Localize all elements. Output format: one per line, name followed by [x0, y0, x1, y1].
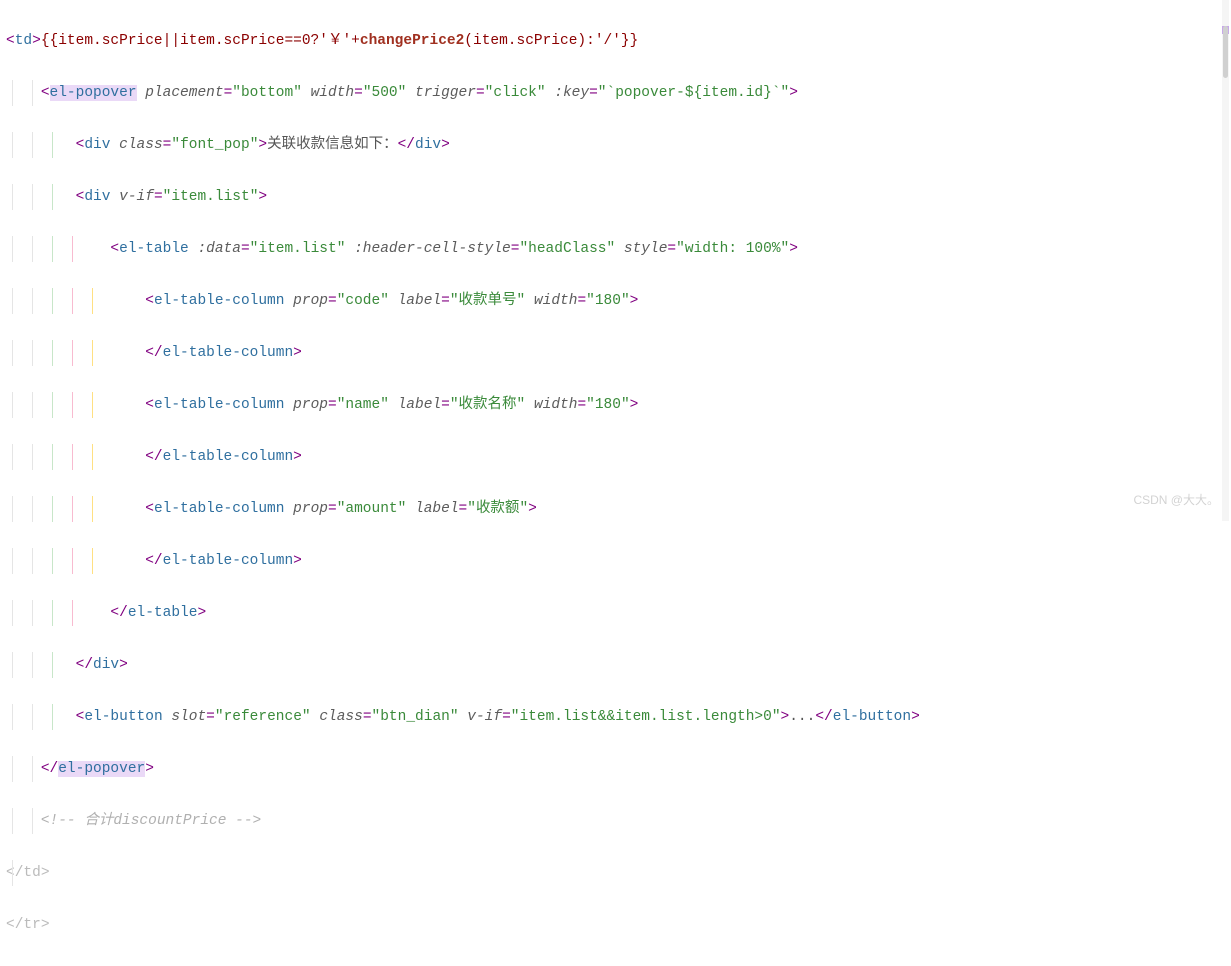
- attr-val: 180: [595, 397, 621, 413]
- attr-val: 500: [372, 85, 398, 101]
- attr-val: code: [345, 293, 380, 309]
- code-line: <td>{{item.scPrice||item.scPrice==0?'￥'+…: [6, 28, 1231, 54]
- code-line: </el-table>: [6, 600, 1231, 626]
- code-line: <el-popover placement="bottom" width="50…: [6, 80, 1231, 106]
- code-line: <el-table :data="item.list" :header-cell…: [6, 236, 1231, 262]
- code-line: <!-- 合计discountPrice -->: [6, 808, 1231, 834]
- expr-text: {{item.scPrice||item.scPrice==0?'￥'+: [41, 33, 360, 49]
- attr-val: name: [345, 397, 380, 413]
- attr-val: click: [493, 85, 537, 101]
- code-line: <div class="font_pop">关联收款信息如下：</div>: [6, 132, 1231, 158]
- attr-val: amount: [345, 501, 397, 517]
- code-line: </el-table-column>: [6, 444, 1231, 470]
- code-editor: <td>{{item.scPrice||item.scPrice==0?'￥'+…: [0, 0, 1231, 966]
- code-line: </tr>: [6, 912, 1231, 938]
- code-line: <el-table-column prop="amount" label="收款…: [6, 496, 1231, 522]
- attr-val: item.list&&item.list.length>0: [519, 709, 771, 725]
- code-line: </el-table-column>: [6, 548, 1231, 574]
- code-line: </el-popover>: [6, 756, 1231, 782]
- attr-val: item.list: [171, 189, 249, 205]
- attr-val: 180: [595, 293, 621, 309]
- attr-val: item.list: [258, 241, 336, 257]
- code-line: </div>: [6, 652, 1231, 678]
- fn-name: changePrice2: [360, 33, 464, 49]
- code-line: </td>: [6, 860, 1231, 886]
- attr-val: 收款额: [476, 501, 520, 517]
- attr-val: reference: [224, 709, 302, 725]
- attr-val: `popover-${item.id}`: [607, 85, 781, 101]
- code-line: <div v-if="item.list">: [6, 184, 1231, 210]
- comment: <!-- 合计discountPrice -->: [41, 813, 261, 829]
- code-line: <el-table-column prop="code" label="收款单号…: [6, 288, 1231, 314]
- attr-val: width: 100%: [685, 241, 781, 257]
- expr-text2: (item.scPrice):'/'}}: [464, 33, 638, 49]
- attr-val: headClass: [528, 241, 606, 257]
- watermark: CSDN @大大。: [1133, 487, 1219, 513]
- attr-val: 收款名称: [459, 397, 517, 413]
- attr-val: btn_dian: [380, 709, 450, 725]
- code-line: </el-table-column>: [6, 340, 1231, 366]
- attr-val: 收款单号: [459, 293, 517, 309]
- code-line: <el-table-column prop="name" label="收款名称…: [6, 392, 1231, 418]
- attr-val: font_pop: [180, 137, 250, 153]
- text-content: 关联收款信息如下：: [267, 137, 398, 153]
- attr-val: bottom: [241, 85, 293, 101]
- button-text: ...: [789, 709, 815, 725]
- code-line: <el-button slot="reference" class="btn_d…: [6, 704, 1231, 730]
